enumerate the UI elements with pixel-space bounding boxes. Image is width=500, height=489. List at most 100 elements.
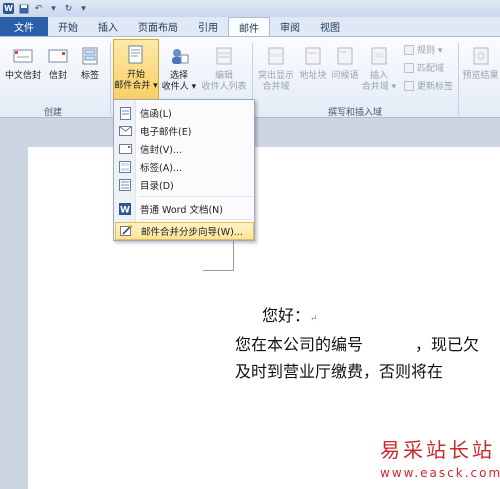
rules-label: 规则 ▾ xyxy=(417,46,443,56)
body-line-3[interactable]: 及时到营业厅缴费，否则将在 xyxy=(235,358,443,382)
insert-label: 插入 xyxy=(369,71,388,81)
menu-item-directory[interactable]: 目录(D) xyxy=(115,176,254,194)
quick-access-toolbar: W ↶ ▾ ↻ ▾ xyxy=(0,0,500,17)
greeting-line-button[interactable]: 问候语 xyxy=(329,45,361,82)
write-insert-group-label: 撰写和插入域 xyxy=(328,108,383,118)
mail-merge-icon xyxy=(128,45,143,64)
menu-item-labels[interactable]: 标签(A)... xyxy=(115,158,254,176)
greeting-line: 您好： xyxy=(262,306,311,325)
menu-separator xyxy=(140,196,252,197)
recipients-label: 收件人 ▾ xyxy=(161,82,197,92)
svg-text:W: W xyxy=(120,206,130,216)
envelope-icon xyxy=(118,143,132,156)
word-logo-icon[interactable]: W xyxy=(3,3,14,14)
body-line-2a: 您在本公司的编号 xyxy=(235,335,364,354)
menu-item-normal-word-doc[interactable]: W 普通 Word 文档(N) xyxy=(115,200,254,218)
envelope-label: 信封 xyxy=(48,71,67,81)
match-fields-label: 匹配域 xyxy=(417,64,445,74)
tab-insert[interactable]: 插入 xyxy=(88,17,128,36)
letter-icon xyxy=(118,106,132,120)
address-block-button[interactable]: 地址块 xyxy=(297,45,329,82)
margin-marker xyxy=(233,240,234,271)
greeting-text[interactable]: 您好：↵ xyxy=(262,302,318,326)
menu-item-label: 信封(V)... xyxy=(140,145,182,156)
menu-item-mail-merge-wizard[interactable]: 邮件合并分步向导(W)... xyxy=(115,222,254,240)
tab-view[interactable]: 视图 xyxy=(310,17,350,36)
address-block-icon xyxy=(305,47,321,65)
merge-fields-label: 合并域 xyxy=(262,82,290,92)
envelope-icon xyxy=(48,49,68,63)
wizard-icon xyxy=(119,225,133,238)
menu-item-letters[interactable]: 信函(L) xyxy=(115,104,254,122)
label-icon xyxy=(118,161,132,174)
group-separator xyxy=(110,43,111,115)
margin-marker xyxy=(203,270,234,271)
chevron-down-icon[interactable]: ▾ xyxy=(48,3,59,14)
menu-item-label: 目录(D) xyxy=(140,181,174,192)
update-labels-button[interactable]: 更新标签 xyxy=(404,79,453,92)
highlight-label: 突出显示 xyxy=(257,71,294,81)
email-icon xyxy=(118,125,132,138)
preview-label: 预览结果 xyxy=(462,71,499,81)
recipient-list-label: 收件人列表 xyxy=(201,82,247,92)
create-group-label: 创建 xyxy=(44,108,63,118)
chinese-envelope-label: 中文信封 xyxy=(4,71,41,81)
tab-home[interactable]: 开始 xyxy=(48,17,88,36)
greeting-label: 问候语 xyxy=(331,71,359,81)
chinese-envelope-button[interactable]: 中文信封 xyxy=(4,45,42,82)
highlight-fields-icon xyxy=(268,47,284,65)
edit-recipient-list-button[interactable]: 编辑 收件人列表 xyxy=(199,45,249,93)
watermark-title: 易采站长站 xyxy=(380,438,495,462)
redo-icon[interactable]: ↻ xyxy=(63,3,74,14)
insert-merge-field-button[interactable]: 插入 合并域 ▾ xyxy=(361,45,397,93)
labels-button[interactable]: 标签 xyxy=(76,45,104,82)
rules-button[interactable]: 规则 ▾ xyxy=(404,43,442,56)
body-line-2b: ，现已欠 xyxy=(415,335,480,354)
edit-list-icon xyxy=(216,47,232,65)
site-watermark: 易采站长站 www.easck.com xyxy=(380,434,500,489)
merge-field-label: 合并域 ▾ xyxy=(361,82,397,92)
menu-item-email[interactable]: 电子邮件(E) xyxy=(115,122,254,140)
menu-item-label: 标签(A)... xyxy=(140,163,182,174)
body-line-2[interactable]: 您在本公司的编号 ，现已欠 xyxy=(235,331,479,355)
match-fields-button[interactable]: 匹配域 xyxy=(404,61,444,74)
paragraph-mark-icon: ↵ xyxy=(310,314,318,324)
tab-page-layout[interactable]: 页面布局 xyxy=(128,17,188,36)
menu-item-label: 电子邮件(E) xyxy=(140,127,192,138)
menu-item-envelopes[interactable]: 信封(V)... xyxy=(115,140,254,158)
start-mail-merge-button[interactable]: 开始 邮件合并 ▾ xyxy=(113,39,159,101)
address-block-label: 地址块 xyxy=(299,71,327,81)
mail-merge-dropdown: 信函(L) 电子邮件(E) 信封(V)... 标签(A)... 目录(D) W … xyxy=(113,99,255,241)
watermark-url: www.easck.com xyxy=(380,466,500,480)
match-fields-icon xyxy=(404,62,414,73)
select-recipients-button[interactable]: 选择 收件人 ▾ xyxy=(161,45,197,93)
preview-results-button[interactable]: 预览结果 xyxy=(461,45,500,82)
labels-icon xyxy=(82,47,98,65)
highlight-merge-fields-button[interactable]: 突出显示 合并域 xyxy=(255,45,297,93)
labels-label: 标签 xyxy=(80,71,99,81)
save-icon[interactable] xyxy=(18,3,29,14)
select-label: 选择 xyxy=(169,71,188,81)
preview-results-icon xyxy=(473,47,488,65)
chinese-envelope-icon xyxy=(13,49,33,63)
menu-item-label: 信函(L) xyxy=(140,109,172,120)
greeting-line-icon xyxy=(337,47,353,65)
update-labels-icon xyxy=(404,80,414,91)
ribbon-tabs: 文件 开始 插入 页面布局 引用 邮件 审阅 视图 xyxy=(0,17,500,36)
recipients-icon xyxy=(172,49,189,64)
tab-references[interactable]: 引用 xyxy=(188,17,228,36)
group-separator xyxy=(458,43,459,115)
mail-merge-label: 邮件合并 ▾ xyxy=(114,81,158,91)
tab-review[interactable]: 审阅 xyxy=(270,17,310,36)
undo-icon[interactable]: ↶ xyxy=(33,3,44,14)
update-labels-label: 更新标签 xyxy=(417,82,454,92)
menu-item-label: 邮件合并分步向导(W)... xyxy=(141,227,243,238)
customize-qat-icon[interactable]: ▾ xyxy=(78,3,89,14)
start-label: 开始 xyxy=(126,70,145,80)
tab-file[interactable]: 文件 xyxy=(0,17,48,36)
rules-icon xyxy=(404,44,414,55)
envelope-button[interactable]: 信封 xyxy=(44,45,72,82)
insert-field-icon xyxy=(371,47,387,65)
directory-icon xyxy=(118,179,132,192)
tab-mailings[interactable]: 邮件 xyxy=(228,17,270,36)
